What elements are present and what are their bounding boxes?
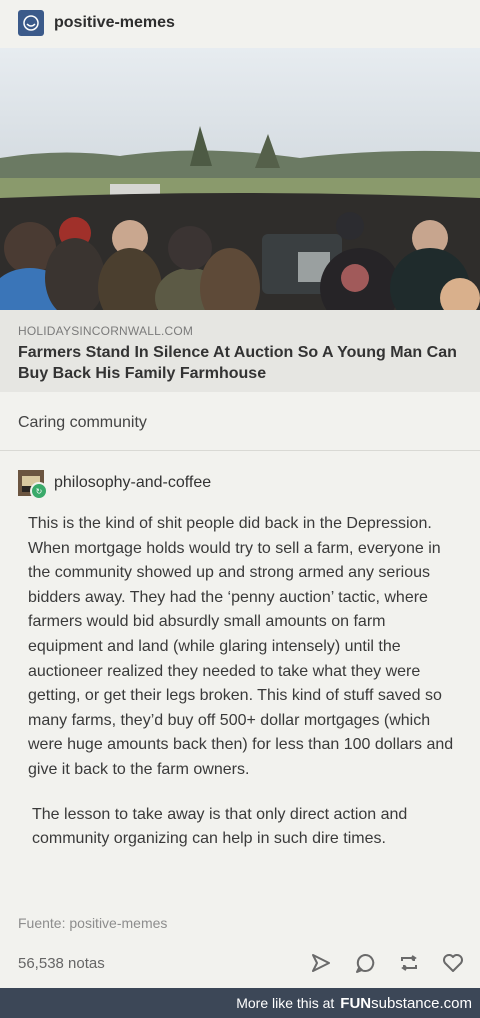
- blog-avatar[interactable]: [18, 10, 44, 36]
- share-icon[interactable]: [308, 950, 334, 976]
- post-actions: [308, 950, 466, 976]
- reblog-header: ↻ philosophy-and-coffee: [18, 470, 211, 500]
- article-photo[interactable]: [0, 48, 480, 310]
- like-icon[interactable]: [440, 950, 466, 976]
- link-title[interactable]: Farmers Stand In Silence At Auction So A…: [18, 342, 458, 384]
- reblog-divider: [0, 450, 480, 451]
- reblog-paragraph-2: The lesson to take away is that only dir…: [32, 805, 408, 848]
- footer-more-text: More like this at: [236, 995, 335, 1011]
- avatar-icon: [23, 15, 39, 31]
- reblog-badge-icon: ↻: [30, 482, 48, 500]
- link-site: HOLIDAYSINCORNWALL.COM: [18, 324, 194, 338]
- tumblr-post: positive-memes HOLIDAYSINCORNWALL.COM Fa…: [0, 0, 480, 988]
- footer-brand[interactable]: FUNsubstance.com: [340, 995, 472, 1012]
- reblog-username[interactable]: philosophy-and-coffee: [54, 474, 211, 492]
- post-header: positive-memes: [18, 8, 175, 38]
- post-caption: Caring community: [18, 414, 147, 431]
- reblog-avatar[interactable]: ↻: [18, 470, 48, 500]
- watermark-footer: More like this at FUNsubstance.com: [0, 988, 480, 1018]
- reblog-paragraph-1: This is the kind of shit people did back…: [28, 515, 454, 778]
- brand-suffix: substance.com: [371, 994, 472, 1012]
- reblog-icon[interactable]: [396, 950, 422, 976]
- reply-icon[interactable]: [352, 950, 378, 976]
- notes-count[interactable]: 56,538 notas: [18, 955, 105, 972]
- link-preview[interactable]: HOLIDAYSINCORNWALL.COM Farmers Stand In …: [0, 310, 480, 392]
- source-link[interactable]: Fuente: positive-memes: [18, 915, 167, 931]
- reblog-body: This is the kind of shit people did back…: [18, 512, 464, 852]
- auction-crowd-image: [0, 48, 480, 310]
- blog-username[interactable]: positive-memes: [54, 14, 175, 32]
- brand-prefix: FUN: [340, 994, 372, 1012]
